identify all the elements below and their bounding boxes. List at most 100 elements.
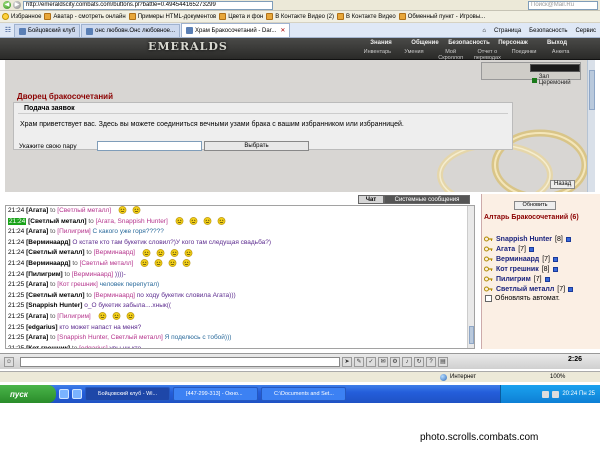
user-info-icon[interactable] bbox=[528, 246, 534, 252]
message-recipient[interactable]: [Верминаард] bbox=[72, 271, 113, 278]
message-nick[interactable]: [Агата] bbox=[26, 334, 48, 341]
user-item[interactable]: Светлый металл [7] bbox=[484, 284, 600, 294]
user-info-icon[interactable] bbox=[544, 276, 550, 282]
translit-icon[interactable]: ✉ bbox=[378, 356, 388, 367]
user-info-icon[interactable] bbox=[565, 236, 571, 242]
favorite-link[interactable]: Обменный пункт - Игровы... bbox=[398, 13, 485, 20]
user-info-icon[interactable] bbox=[552, 266, 558, 272]
message-nick[interactable]: [Верминаард] bbox=[26, 239, 70, 246]
message-nick[interactable]: [Пилигрим] bbox=[26, 271, 63, 278]
message-time[interactable]: 21:25 bbox=[8, 334, 24, 341]
message-nick[interactable]: [edgarius] bbox=[26, 324, 57, 331]
choose-button[interactable]: Выбрать bbox=[204, 141, 309, 151]
message-time[interactable]: 21:24 bbox=[8, 217, 27, 225]
user-name[interactable]: Пилигрим bbox=[496, 276, 531, 283]
task-icq[interactable]: [447-299-313] - Окно... bbox=[173, 387, 258, 401]
tab-chat[interactable]: Чат bbox=[358, 195, 384, 204]
message-nick[interactable]: [Агата] bbox=[26, 207, 48, 214]
message-nick[interactable]: [Кот грешник] bbox=[26, 345, 70, 348]
message-recipient[interactable]: [Пилигрим] bbox=[57, 313, 90, 320]
message-time[interactable]: 21:24 bbox=[8, 249, 24, 256]
task-explorer[interactable]: C:\Documents and Set... bbox=[261, 387, 346, 401]
search-input[interactable]: Поиск@Mail.Ru bbox=[528, 0, 598, 10]
send-icon[interactable]: ➤ bbox=[342, 356, 352, 367]
location-label[interactable]: Зал Церемоний bbox=[532, 74, 580, 86]
chat-input[interactable] bbox=[20, 356, 340, 367]
help-icon[interactable]: ? bbox=[426, 356, 436, 367]
message-recipient[interactable]: [Светлый металл] bbox=[80, 260, 134, 267]
tray-icon[interactable] bbox=[552, 390, 560, 398]
favorite-link[interactable]: В Контакте Видео bbox=[337, 13, 396, 20]
message-time[interactable]: 21:24 bbox=[8, 260, 24, 267]
favorite-link[interactable]: Аватар - смотреть онлайн bbox=[44, 13, 126, 20]
back-button[interactable]: Назад bbox=[550, 180, 576, 189]
message-recipient[interactable]: [Светлый металл] bbox=[57, 207, 111, 214]
user-item[interactable]: Snappish Hunter [8] bbox=[484, 234, 600, 244]
book-icon[interactable]: ▤ bbox=[438, 356, 448, 367]
nav-knowledge[interactable]: Знания bbox=[359, 40, 403, 46]
clear-icon[interactable]: ✎ bbox=[354, 356, 364, 367]
message-nick[interactable]: [Светлый металл] bbox=[28, 218, 86, 225]
auto-refresh-row[interactable]: Обновлять автомат. bbox=[485, 295, 560, 302]
message-time[interactable]: 21:24 bbox=[8, 228, 24, 235]
message-time[interactable]: 21:24 bbox=[8, 271, 24, 278]
message-time[interactable]: 21:25 bbox=[8, 281, 24, 288]
home-icon[interactable]: ⌂ bbox=[478, 25, 490, 37]
message-nick[interactable]: [Верминаард] bbox=[26, 260, 70, 267]
quicklaunch-icon[interactable] bbox=[59, 389, 69, 399]
sound-icon[interactable]: ♪ bbox=[402, 356, 412, 367]
user-info-icon[interactable] bbox=[568, 286, 574, 292]
quicklaunch-icon[interactable] bbox=[72, 389, 82, 399]
favorite-link[interactable]: В Контакте Видео (2) bbox=[266, 13, 334, 20]
back-icon[interactable]: ◀ bbox=[3, 1, 11, 9]
message-nick[interactable]: [Агата] bbox=[26, 313, 48, 320]
user-name[interactable]: Светлый металл bbox=[496, 286, 554, 293]
nav-character[interactable]: Персонаж bbox=[491, 40, 535, 46]
message-recipient[interactable]: [Агата, Snappish Hunter] bbox=[96, 218, 168, 225]
message-time[interactable]: 21:25 bbox=[8, 324, 24, 331]
user-item[interactable]: Кот грешник [8] bbox=[484, 264, 600, 274]
message-recipient[interactable]: [Верминаард] bbox=[94, 249, 135, 256]
message-recipient[interactable]: [Верминаард] bbox=[94, 292, 135, 299]
user-item[interactable]: Агата [7] bbox=[484, 244, 600, 254]
user-name[interactable]: Snappish Hunter bbox=[496, 236, 552, 243]
message-recipient[interactable]: [edgarius] bbox=[79, 345, 108, 348]
user-name[interactable]: Верминаард bbox=[496, 256, 539, 263]
message-recipient[interactable]: [Snappish Hunter, Светлый металл] bbox=[57, 334, 162, 341]
location-map[interactable] bbox=[530, 64, 580, 72]
url-field[interactable]: http://emeraldscity.combats.com/buttons.… bbox=[23, 0, 273, 10]
auto-refresh-checkbox[interactable] bbox=[485, 295, 492, 302]
user-info-icon[interactable] bbox=[552, 256, 558, 262]
tab-system-messages[interactable]: Системные сообщения bbox=[384, 195, 470, 204]
partner-input[interactable] bbox=[97, 141, 202, 151]
settings-icon[interactable]: ⚙ bbox=[390, 356, 400, 367]
main-scrollbar[interactable] bbox=[587, 60, 595, 192]
message-time[interactable]: 21:24 bbox=[8, 239, 24, 246]
message-nick[interactable]: [Snappish Hunter] bbox=[26, 302, 82, 309]
start-button[interactable]: пуск bbox=[0, 385, 56, 403]
nav-communication[interactable]: Общение bbox=[403, 40, 447, 46]
message-time[interactable]: 21:24 bbox=[8, 207, 24, 214]
message-recipient[interactable]: [Пилигрим] bbox=[57, 228, 90, 235]
nav-exit[interactable]: Выход bbox=[535, 40, 579, 46]
chat-scrollbar[interactable] bbox=[467, 206, 474, 348]
scroll-thumb[interactable] bbox=[589, 70, 595, 110]
tab-list-icon[interactable]: ☷ bbox=[2, 25, 14, 37]
tray-icon[interactable] bbox=[542, 390, 550, 398]
message-time[interactable]: 21:25 bbox=[8, 302, 24, 309]
user-item[interactable]: Пилигрим [7] bbox=[484, 274, 600, 284]
tab-ons[interactable]: онс любовн.Онс любовное... bbox=[81, 24, 181, 37]
message-time[interactable]: 21:25 bbox=[8, 292, 24, 299]
favorite-link[interactable]: Цвета и фон bbox=[219, 13, 263, 20]
message-time[interactable]: 21:25 bbox=[8, 313, 24, 320]
task-combats[interactable]: Бойцовский клуб - Wi... bbox=[85, 387, 170, 401]
smile-icon[interactable]: ☺ bbox=[4, 356, 14, 367]
favorite-link[interactable]: Примеры HTML-документов bbox=[128, 13, 216, 20]
forward-icon[interactable]: ▶ bbox=[13, 1, 21, 9]
message-nick[interactable]: [Агата] bbox=[26, 281, 48, 288]
message-nick[interactable]: [Агата] bbox=[26, 228, 48, 235]
nav-security[interactable]: Безопасность bbox=[447, 40, 491, 46]
page-menu[interactable]: Страница bbox=[490, 25, 525, 37]
zoom-level[interactable]: 100% bbox=[550, 374, 600, 380]
message-nick[interactable]: [Светлый металл] bbox=[26, 249, 84, 256]
